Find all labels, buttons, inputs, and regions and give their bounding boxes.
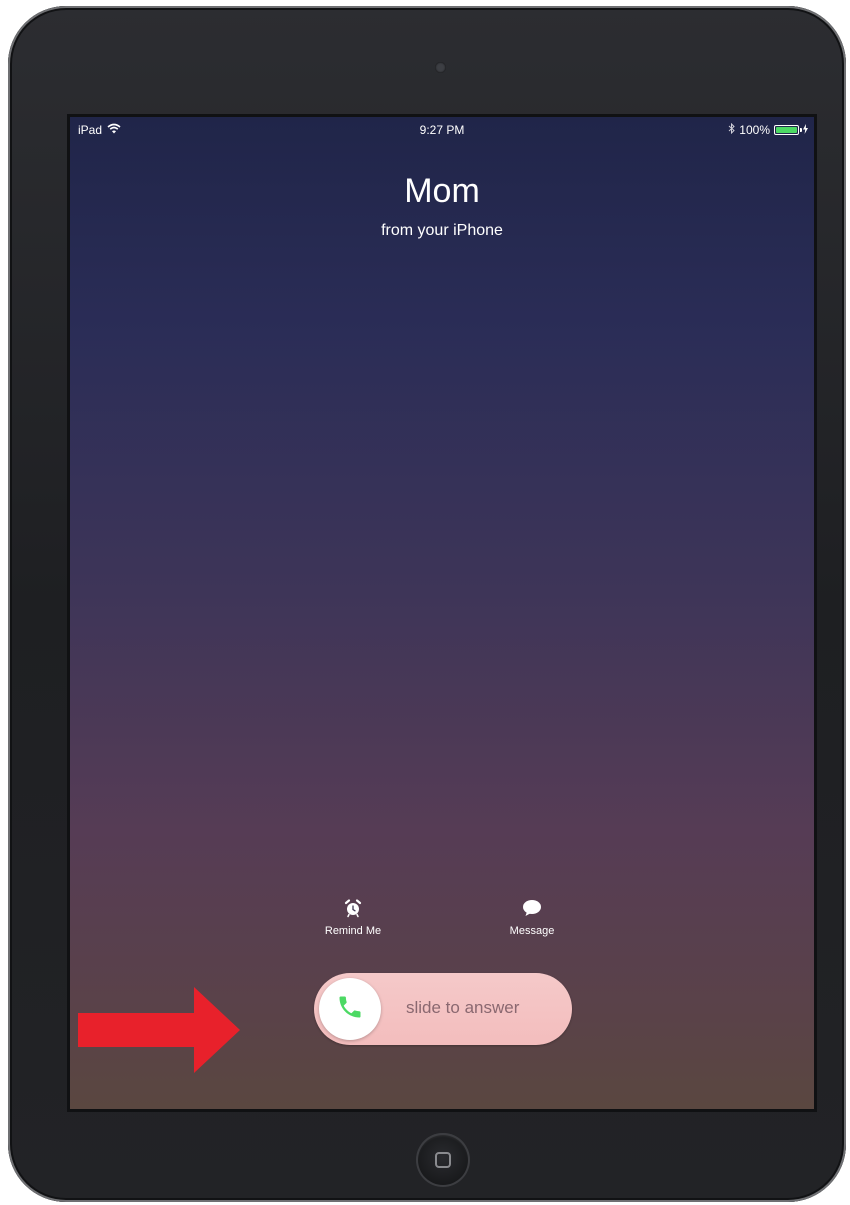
- message-label: Message: [509, 925, 555, 937]
- status-time: 9:27 PM: [419, 123, 465, 137]
- screen: iPad 9:27 PM 100% Mom from your iPhone R…: [70, 117, 814, 1109]
- battery-level-fill: [776, 127, 797, 133]
- front-camera: [435, 62, 446, 73]
- speech-bubble-icon: [521, 897, 543, 919]
- charging-icon: [803, 123, 808, 137]
- remind-me-label: Remind Me: [324, 925, 382, 937]
- phone-icon: [336, 993, 364, 1026]
- caller-name: Mom: [404, 172, 480, 210]
- status-right: 100%: [728, 122, 808, 137]
- home-square-icon: [435, 1152, 451, 1168]
- message-button[interactable]: Message: [487, 897, 577, 937]
- slide-to-answer-label: slide to answer: [406, 998, 520, 1017]
- battery-icon: [774, 125, 802, 135]
- battery-percent: 100%: [739, 123, 770, 137]
- alarm-clock-icon: [342, 897, 364, 919]
- status-bar: iPad 9:27 PM 100%: [70, 117, 814, 141]
- battery-tip: [800, 128, 802, 132]
- remind-me-button[interactable]: Remind Me: [308, 897, 398, 937]
- bluetooth-icon: [728, 122, 736, 137]
- caller-subtitle: from your iPhone: [381, 222, 503, 239]
- home-button[interactable]: [416, 1133, 470, 1187]
- slide-to-answer-track[interactable]: slide to answer: [314, 973, 572, 1045]
- arrow-right-icon: [78, 987, 240, 1073]
- answer-knob[interactable]: [319, 978, 381, 1040]
